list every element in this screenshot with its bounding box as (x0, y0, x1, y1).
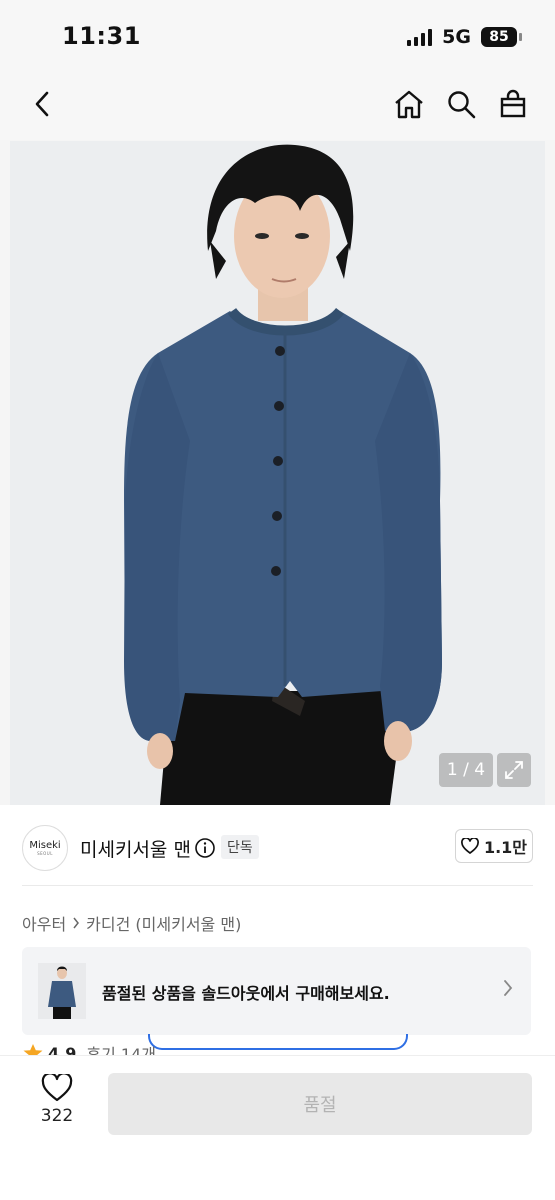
wishlist-count: 322 (40, 1106, 74, 1126)
breadcrumb-category[interactable]: 아우터 (22, 911, 66, 935)
battery-icon: 85 (481, 27, 522, 47)
brand-logo[interactable]: Miseki SEOUL (22, 825, 68, 871)
brand-like-button[interactable]: 1.1만 (455, 829, 533, 863)
brand-logo-text: Miseki (29, 840, 61, 851)
chevron-right-icon (503, 979, 513, 1001)
product-image[interactable]: 1 / 4 (10, 141, 545, 805)
network-type: 5G (442, 26, 471, 48)
heart-icon (461, 838, 479, 854)
nav-bar (0, 70, 555, 140)
product-info: Miseki SEOUL 미세키서울 맨 단독 1.1만 아우터 카디건 (미세… (0, 805, 555, 1064)
bottom-bar: 322 품절 (0, 1055, 555, 1200)
brand-logo-subtext: SEOUL (37, 851, 53, 856)
soldout-banner[interactable]: 품절된 상품을 솔드아웃에서 구매해보세요. (22, 947, 531, 1035)
model-photo (10, 141, 545, 805)
banner-text: 품절된 상품을 솔드아웃에서 구매해보세요. (102, 984, 390, 1003)
brand-like-count: 1.1만 (483, 838, 528, 857)
banner-thumbnail (38, 963, 86, 1019)
back-icon[interactable] (24, 86, 60, 122)
breadcrumb-subcategory[interactable]: 카디건 (미세키서울 맨) (86, 911, 241, 935)
wishlist-button[interactable]: 322 (30, 1074, 84, 1126)
cellular-signal-icon (407, 28, 433, 46)
info-icon[interactable] (194, 837, 216, 859)
status-indicators: 5G 85 (407, 26, 522, 48)
image-counter: 1 / 4 (439, 753, 493, 787)
floating-tab-outline (148, 1034, 408, 1050)
chevron-right-icon (73, 917, 80, 929)
nav-actions (391, 86, 531, 122)
status-time: 11:31 (62, 22, 141, 50)
heart-icon (41, 1074, 73, 1102)
expand-icon[interactable] (497, 753, 531, 787)
shopping-bag-icon[interactable] (495, 86, 531, 122)
exclusive-badge: 단독 (221, 835, 259, 859)
breadcrumb: 아우터 카디건 (미세키서울 맨) (22, 911, 241, 935)
brand-name[interactable]: 미세키서울 맨 (80, 835, 191, 862)
search-icon[interactable] (443, 86, 479, 122)
brand-row: Miseki SEOUL 미세키서울 맨 단독 1.1만 (22, 825, 533, 875)
status-bar: 11:31 5G 85 (0, 0, 555, 70)
divider (22, 885, 533, 886)
home-icon[interactable] (391, 86, 427, 122)
soldout-button[interactable]: 품절 (108, 1073, 532, 1135)
